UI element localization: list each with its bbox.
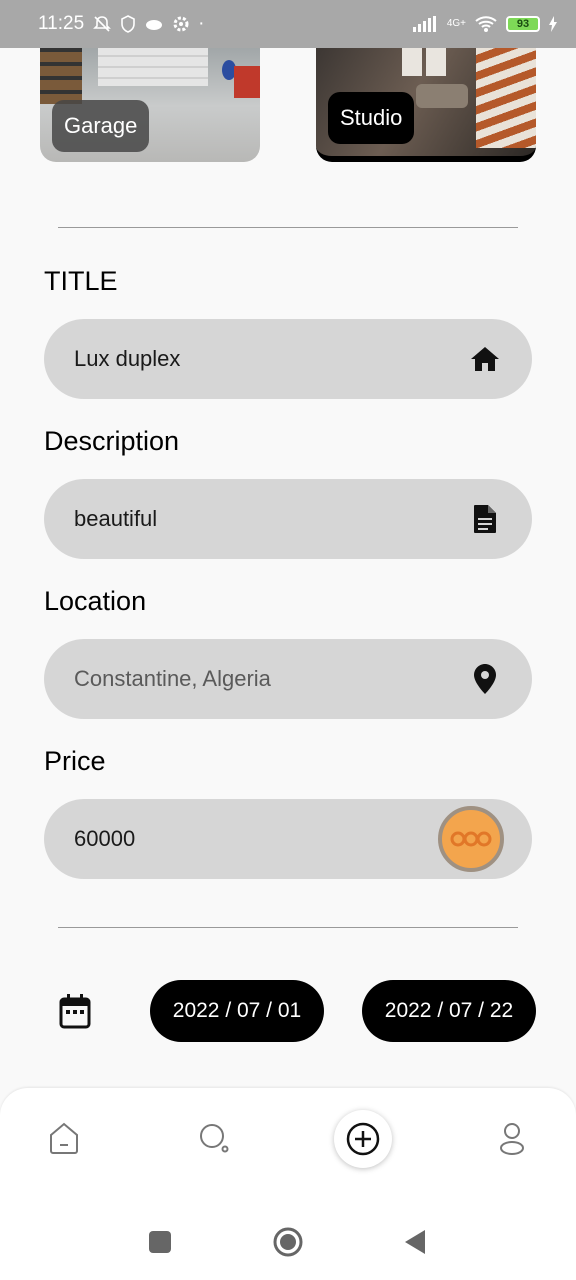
home-system-button[interactable] <box>272 1226 304 1258</box>
category-cards: Garage Studio <box>0 38 576 164</box>
price-label: Price <box>44 746 106 776</box>
coin-icon <box>438 806 504 872</box>
price-field[interactable]: 60000 <box>44 799 532 879</box>
title-label: TITLE <box>44 266 118 296</box>
status-bar: 11:25 · 4G+ 93 <box>0 0 576 48</box>
dot-icon: · <box>198 13 205 34</box>
title-field[interactable]: Lux duplex <box>44 319 532 399</box>
category-label: Garage <box>52 100 150 152</box>
start-date-button[interactable]: 2022 / 07 / 01 <box>150 980 324 1042</box>
recents-button[interactable] <box>144 1226 176 1258</box>
charging-icon <box>549 16 557 32</box>
shield-icon <box>121 15 135 33</box>
nav-search-icon[interactable] <box>196 1120 232 1156</box>
location-pin-icon <box>468 662 502 696</box>
add-icon <box>346 1122 380 1156</box>
price-value: 60000 <box>74 826 136 851</box>
nav-profile-icon[interactable] <box>494 1120 530 1156</box>
bottom-nav <box>0 1088 576 1208</box>
nav-home-icon[interactable] <box>46 1120 82 1156</box>
divider <box>58 927 518 928</box>
signal-icon <box>412 16 436 32</box>
nav-add-button[interactable] <box>334 1110 392 1168</box>
description-field[interactable]: beautiful <box>44 479 532 559</box>
location-placeholder: Constantine, Algeria <box>74 666 271 691</box>
location-field[interactable]: Constantine, Algeria <box>44 639 532 719</box>
system-nav-bar <box>0 1208 576 1280</box>
description-value: beautiful <box>74 506 158 531</box>
calendar-icon[interactable] <box>58 993 92 1029</box>
category-card-garage[interactable]: Garage <box>40 38 260 162</box>
end-date-button[interactable]: 2022 / 07 / 22 <box>362 980 536 1042</box>
cloud-icon <box>146 20 163 30</box>
document-icon <box>468 502 502 536</box>
category-label: Studio <box>328 92 415 144</box>
title-value: Lux duplex <box>74 346 181 371</box>
network-type: 4G+ <box>446 18 466 29</box>
description-label: Description <box>44 426 180 456</box>
status-time: 11:25 <box>38 13 85 34</box>
settings-gear-icon <box>173 16 189 32</box>
category-card-studio[interactable]: Studio <box>316 38 536 162</box>
back-button[interactable] <box>398 1226 430 1258</box>
mute-bell-icon <box>93 16 112 32</box>
home-icon <box>468 342 502 376</box>
battery-indicator: 93 <box>506 16 540 32</box>
divider <box>58 227 518 228</box>
wifi-icon <box>475 16 497 32</box>
location-label: Location <box>44 586 147 616</box>
